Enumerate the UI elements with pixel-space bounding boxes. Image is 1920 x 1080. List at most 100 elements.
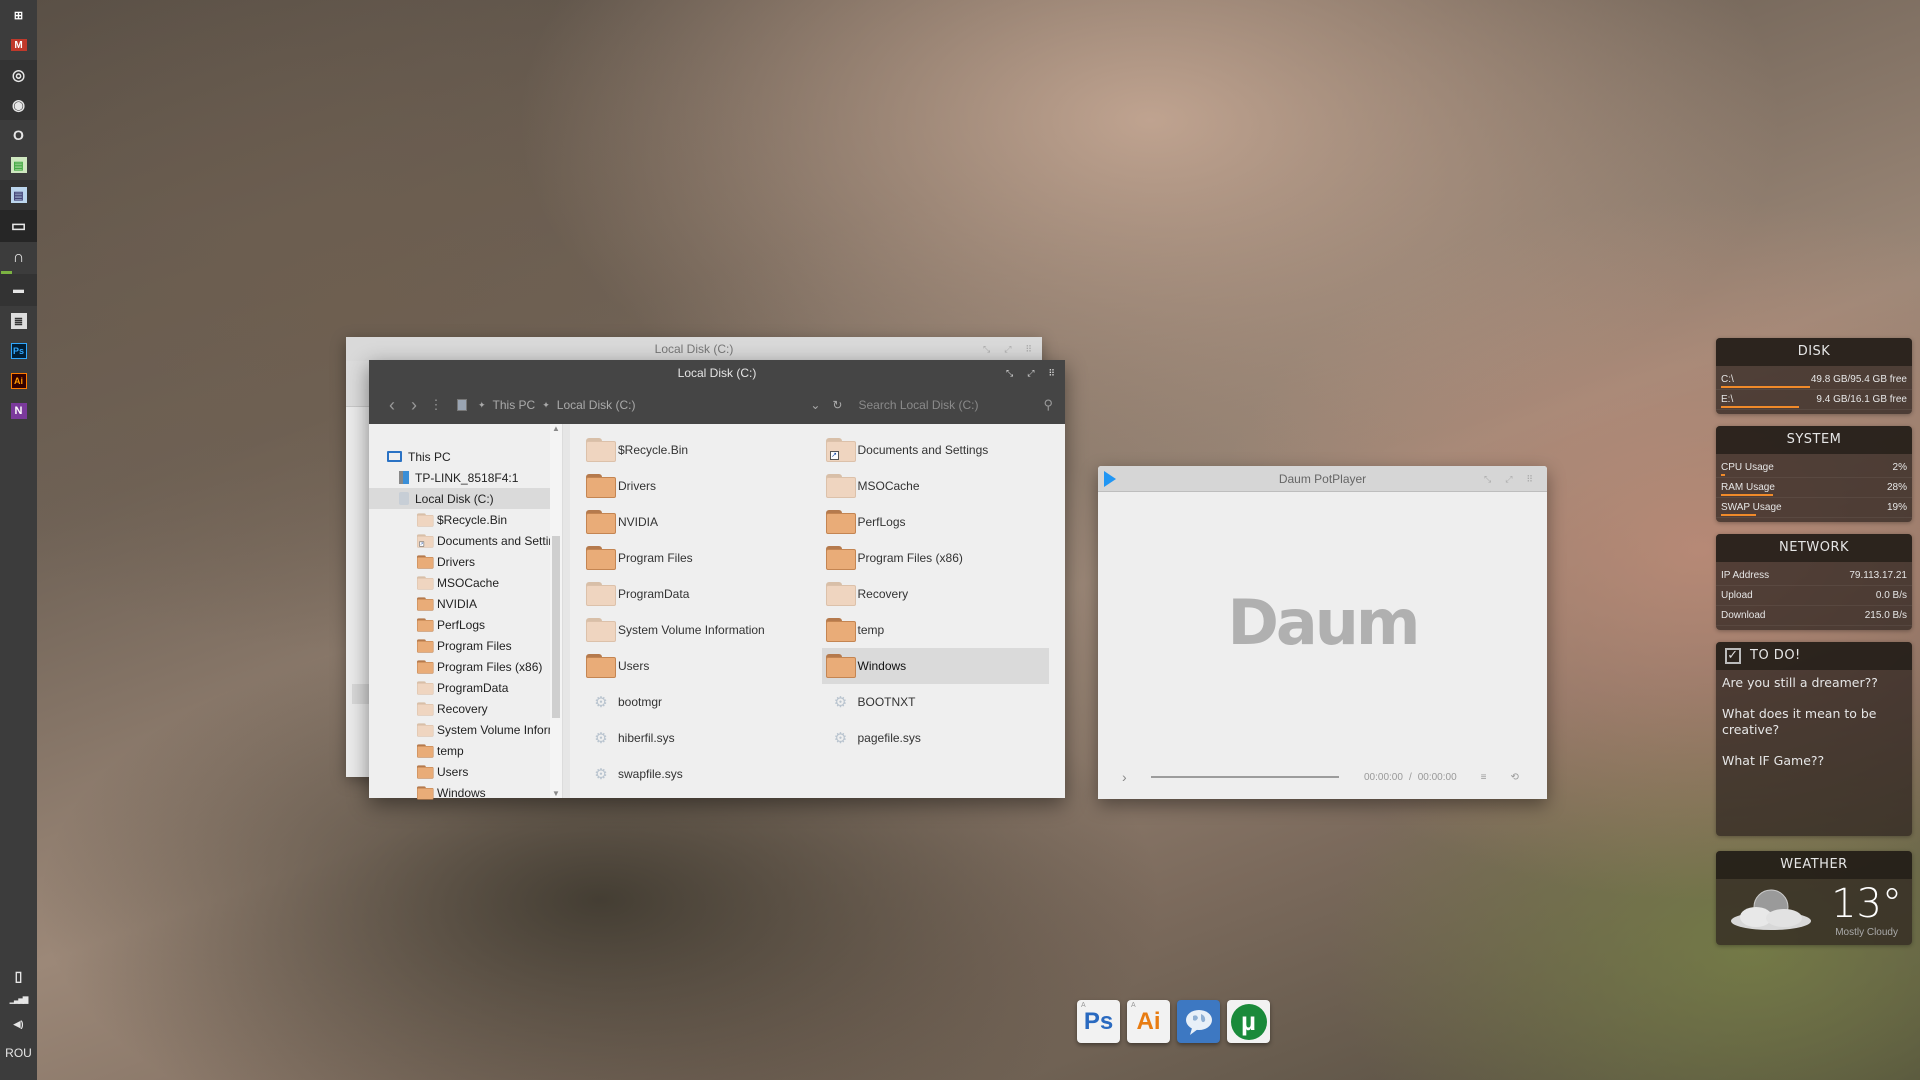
dock-photoshop[interactable]: A Ps (1077, 1000, 1120, 1043)
folder-icon (586, 582, 616, 606)
tree-item[interactable]: This PC (369, 446, 562, 467)
dock-illustrator[interactable]: A Ai (1127, 1000, 1170, 1043)
search-icon[interactable]: ⚲ (1043, 397, 1053, 413)
file-item[interactable]: ↗ Documents and Settings (822, 432, 1050, 468)
tree-item[interactable]: Drivers (369, 551, 562, 572)
row-label: Download (1721, 610, 1766, 621)
close-button[interactable]: ⠿ (1025, 337, 1032, 361)
titlebar[interactable]: Local Disk (C:) ⤡ ⤢ ⠿ (369, 360, 1065, 386)
file-item[interactable]: NVIDIA (582, 504, 810, 540)
taskbar-gmail[interactable]: M (0, 30, 37, 60)
daum-logo: Daum (1227, 586, 1420, 659)
tree-item[interactable]: MSOCache (369, 572, 562, 593)
tree-item[interactable]: ↗ Documents and Settings (369, 530, 562, 551)
seek-bar[interactable] (1151, 776, 1339, 778)
taskbar-photoshop[interactable]: Ps (0, 336, 37, 366)
minimize-button[interactable]: ⤡ (1006, 360, 1013, 386)
tree-item[interactable]: Local Disk (C:) (369, 488, 562, 509)
playlist-icon[interactable]: ≡ (1481, 772, 1487, 783)
file-item[interactable]: Drivers (582, 468, 810, 504)
file-item[interactable]: ⚙ bootmgr (582, 684, 810, 720)
close-button[interactable]: ⠿ (1048, 360, 1055, 386)
tree-item[interactable]: Recovery (369, 698, 562, 719)
file-item[interactable]: MSOCache (822, 468, 1050, 504)
todo-item: Are you still a dreamer?? (1722, 675, 1878, 690)
tree-item[interactable]: System Volume Information (369, 719, 562, 740)
taskbar-illustrator[interactable]: Ai (0, 366, 37, 396)
file-item[interactable]: Program Files (582, 540, 810, 576)
taskbar-onenote[interactable]: N (0, 396, 37, 426)
tree-item[interactable]: NVIDIA (369, 593, 562, 614)
tree-item[interactable]: Program Files (x86) (369, 656, 562, 677)
up-button[interactable]: ⋮ (425, 397, 447, 413)
file-item[interactable]: ⚙ pagefile.sys (822, 720, 1050, 756)
utorrent-icon: µ (1230, 1003, 1267, 1040)
file-item[interactable]: ⚙ BOOTNXT (822, 684, 1050, 720)
close-button[interactable]: ⠿ (1526, 466, 1533, 492)
pane-divider[interactable] (562, 424, 570, 798)
explorer-window[interactable]: Local Disk (C:) ⤡ ⤢ ⠿ ‹ › ⋮ ✦ This PC ✦ … (369, 360, 1065, 800)
file-item[interactable]: Users (582, 648, 810, 684)
file-item[interactable]: System Volume Information (582, 612, 810, 648)
taskbar-computer[interactable]: ▭ (0, 210, 37, 242)
folder-icon (417, 680, 434, 695)
file-item[interactable]: Program Files (x86) (822, 540, 1050, 576)
tree-item[interactable]: ProgramData (369, 677, 562, 698)
scroll-down-icon[interactable]: ▼ (550, 789, 562, 798)
taskbar-chrome[interactable]: ◎ (0, 60, 37, 90)
adobe-mark-icon: A (1131, 1002, 1136, 1009)
history-dropdown-icon[interactable]: ⌄ (810, 398, 820, 412)
file-item[interactable]: $Recycle.Bin (582, 432, 810, 468)
maximize-button[interactable]: ⤢ (1004, 337, 1011, 361)
taskbar-notepad[interactable]: ≣ (0, 306, 37, 336)
breadcrumb-local-disk[interactable]: Local Disk (C:) (557, 398, 636, 412)
scrollbar-thumb[interactable] (552, 536, 560, 718)
minimize-button[interactable]: ⤡ (983, 337, 990, 361)
tree-item[interactable]: Users (369, 761, 562, 782)
todo-list[interactable]: Are you still a dreamer?? What does it me… (1716, 670, 1912, 789)
dock-chat[interactable] (1177, 1000, 1220, 1043)
tray-network[interactable]: ▁▃▅▇ (0, 988, 37, 1012)
forward-button[interactable]: › (403, 395, 425, 416)
file-item[interactable]: Windows (821, 648, 1049, 684)
back-button[interactable]: ‹ (381, 395, 403, 416)
file-item[interactable]: PerfLogs (822, 504, 1050, 540)
tray-volume[interactable]: ◀) (0, 1012, 37, 1036)
play-button[interactable]: › (1122, 769, 1150, 785)
maximize-button[interactable]: ⤢ (1505, 466, 1512, 492)
tree-item[interactable]: Windows (369, 782, 562, 803)
titlebar[interactable]: Daum PotPlayer ⤡ ⤢ ⠿ (1098, 466, 1547, 492)
tree-item[interactable]: Program Files (369, 635, 562, 656)
taskbar-music[interactable]: ∩ (0, 242, 37, 274)
taskbar-start[interactable]: ⊞ (0, 0, 37, 30)
tree-item[interactable]: PerfLogs (369, 614, 562, 635)
titlebar[interactable]: Local Disk (C:) ⤡ ⤢ ⠿ (346, 337, 1042, 361)
scroll-up-icon[interactable]: ▲ (550, 424, 562, 433)
tree-item[interactable]: TP-LINK_8518F4:1 (369, 467, 562, 488)
app-blue-icon: ▤ (10, 187, 27, 203)
dock-utorrent[interactable]: µ (1227, 1000, 1270, 1043)
file-item[interactable]: ⚙ swapfile.sys (582, 756, 810, 792)
breadcrumb-this-pc[interactable]: This PC (493, 398, 536, 412)
loop-icon[interactable]: ⟲ (1511, 772, 1519, 783)
tray-battery[interactable]: ▯ (0, 964, 37, 988)
taskbar-app-green[interactable]: ▤ (0, 150, 37, 180)
search-input[interactable]: Search Local Disk (C:) (858, 398, 1043, 412)
tree-item[interactable]: temp (369, 740, 562, 761)
file-item[interactable]: Recovery (822, 576, 1050, 612)
refresh-icon[interactable]: ↻ (832, 398, 842, 412)
taskbar-firefox[interactable]: ◉ (0, 90, 37, 120)
potplayer-window[interactable]: Daum PotPlayer ⤡ ⤢ ⠿ Daum › 00:00:00 / 0… (1098, 466, 1547, 799)
file-item[interactable]: ProgramData (582, 576, 810, 612)
tree-item[interactable]: $Recycle.Bin (369, 509, 562, 530)
taskbar-app-blue[interactable]: ▤ (0, 180, 37, 210)
taskbar-video[interactable]: ▬ (0, 274, 37, 306)
minimize-button[interactable]: ⤡ (1484, 466, 1491, 492)
potplayer-logo-icon[interactable] (1104, 471, 1116, 487)
language-indicator[interactable]: ROU (0, 1046, 37, 1060)
tree-scrollbar[interactable]: ▲ ▼ (550, 424, 562, 798)
file-item[interactable]: temp (822, 612, 1050, 648)
file-item[interactable]: ⚙ hiberfil.sys (582, 720, 810, 756)
taskbar-opera[interactable]: O (0, 120, 37, 150)
maximize-button[interactable]: ⤢ (1027, 360, 1034, 386)
